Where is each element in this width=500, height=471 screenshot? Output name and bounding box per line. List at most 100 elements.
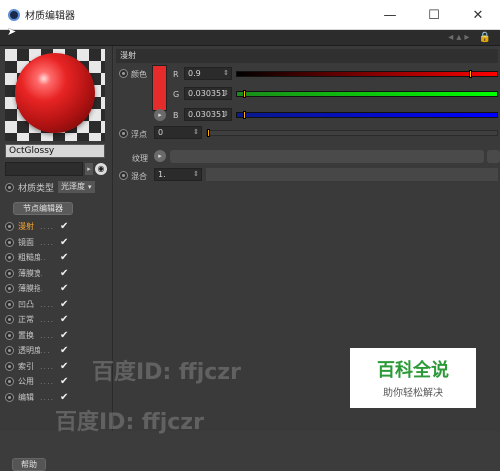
app-icon (8, 8, 20, 21)
float-radio[interactable] (119, 129, 128, 138)
channel-radio[interactable] (5, 346, 14, 356)
channel-label[interactable]: 薄膜指数 (18, 283, 40, 294)
g-slider[interactable] (236, 90, 498, 98)
channel-row[interactable]: 正常.... ✔ (5, 312, 109, 328)
material-type-select[interactable]: 光泽度 ▾ (58, 181, 95, 193)
texture-menu-button[interactable] (487, 150, 500, 163)
link-icon[interactable]: ◉ (95, 163, 107, 175)
g-slider-knob[interactable] (243, 90, 246, 98)
nav-arrows-icon[interactable]: ◂▴▸ 🔒 (448, 32, 494, 43)
channel-label[interactable]: 编辑 (18, 392, 40, 403)
channel-label[interactable]: 漫射 (18, 221, 40, 232)
r-value-field[interactable]: 0.9 ⇕ (184, 67, 232, 80)
b-slider-knob[interactable] (243, 111, 246, 119)
mix-value-field[interactable]: 1. ⇕ (154, 168, 202, 181)
color-radio[interactable] (119, 69, 128, 78)
checkmark-icon[interactable]: ✔ (60, 268, 68, 279)
texture-expand-icon[interactable]: ▸ (154, 150, 166, 162)
dropdown-arrow-icon[interactable]: ▸ (85, 163, 93, 175)
checkmark-icon[interactable]: ✔ (60, 299, 68, 310)
channel-radio[interactable] (5, 237, 14, 247)
checkmark-icon[interactable]: ✔ (60, 376, 68, 387)
color-label: 颜色 (131, 70, 147, 79)
channel-radio[interactable] (5, 268, 14, 278)
checkmark-icon[interactable]: ✔ (60, 221, 68, 232)
spinner-icon[interactable]: ⇕ (223, 68, 229, 79)
spinner-icon[interactable]: ⇕ (193, 169, 199, 180)
chevron-down-icon: ▾ (88, 183, 92, 191)
channel-radio[interactable] (5, 392, 14, 402)
channel-radio[interactable] (5, 330, 14, 340)
checkmark-icon[interactable]: ✔ (60, 330, 68, 341)
checkmark-icon[interactable]: ✔ (60, 283, 68, 294)
channel-radio[interactable] (5, 361, 14, 371)
channel-dots: .... (40, 299, 55, 309)
b-value-field[interactable]: 0.030351 ⇕ (184, 108, 232, 121)
channel-label[interactable]: 索引 (18, 361, 40, 372)
checkmark-icon[interactable]: ✔ (60, 237, 68, 248)
channel-label[interactable]: 凹凸 (18, 299, 40, 310)
channel-row[interactable]: 粗糙度.. ✔ (5, 250, 109, 266)
baike-logo: 百科全说 助你轻松解决 (350, 348, 476, 408)
b-slider[interactable] (236, 111, 498, 119)
material-type-radio[interactable] (5, 182, 14, 192)
material-name-field[interactable]: OctGlossy (5, 144, 105, 158)
checkmark-icon[interactable]: ✔ (60, 345, 68, 356)
float-slider[interactable] (206, 129, 498, 137)
mix-radio[interactable] (119, 171, 128, 180)
mouse-cursor-icon: ➤ (7, 25, 17, 38)
channel-row[interactable]: 置换.... ✔ (5, 328, 109, 344)
channel-row[interactable]: 漫射.... ✔ (5, 219, 109, 235)
channel-dots: .... (40, 237, 55, 247)
node-editor-button[interactable]: 节点编辑器 (13, 202, 73, 215)
channel-label[interactable]: 镜面 (18, 237, 40, 248)
checkmark-icon[interactable]: ✔ (60, 392, 68, 403)
texture-slot[interactable] (170, 150, 484, 163)
watermark-text: 百度ID: ffjczr (55, 410, 204, 435)
expand-color-icon[interactable]: ▸ (154, 109, 166, 121)
logo-main-text: 百科全说 (377, 360, 449, 381)
mix-slider[interactable] (206, 168, 498, 181)
minimize-button[interactable]: — (368, 0, 412, 30)
channel-radio[interactable] (5, 315, 14, 325)
channel-row[interactable]: 镜面.... ✔ (5, 235, 109, 251)
channel-label[interactable]: 公用 (18, 376, 40, 387)
close-button[interactable]: ✕ (456, 0, 500, 30)
material-dropdown[interactable] (5, 162, 83, 176)
channel-radio[interactable] (5, 377, 14, 387)
material-selector-row: ▸ ◉ (5, 162, 107, 176)
float-value-field[interactable]: 0 ⇕ (154, 126, 202, 139)
channel-row[interactable]: 编辑.... ✔ (5, 390, 109, 406)
checkmark-icon[interactable]: ✔ (60, 361, 68, 372)
channel-label[interactable]: 薄膜宽度 (18, 268, 40, 279)
channel-radio[interactable] (5, 253, 14, 263)
color-swatch[interactable] (152, 65, 167, 111)
spinner-icon[interactable]: ⇕ (223, 109, 229, 120)
channel-radio[interactable] (5, 299, 14, 309)
section-title: 漫射 (116, 49, 498, 63)
channel-radio[interactable] (5, 222, 14, 232)
spinner-icon[interactable]: ⇕ (223, 88, 229, 99)
channel-label[interactable]: 粗糙度 (18, 252, 40, 263)
channel-row[interactable]: 薄膜指数. ✔ (5, 281, 109, 297)
channel-dots: .... (40, 330, 55, 340)
channel-label[interactable]: 透明度 (18, 345, 40, 356)
channel-radio[interactable] (5, 284, 14, 294)
mix-label: 混合 (131, 172, 147, 181)
float-slider-knob[interactable] (207, 129, 210, 137)
r-slider-knob[interactable] (469, 70, 472, 78)
channel-row[interactable]: 凹凸.... ✔ (5, 297, 109, 313)
help-button[interactable]: 帮助 (12, 458, 46, 471)
g-value-field[interactable]: 0.030351 ⇕ (184, 87, 232, 100)
channel-label[interactable]: 正常 (18, 314, 40, 325)
channel-row[interactable]: 薄膜宽度. ✔ (5, 266, 109, 282)
channel-label[interactable]: 置换 (18, 330, 40, 341)
channel-dots: .... (40, 222, 55, 232)
r-slider[interactable] (236, 70, 498, 78)
spinner-icon[interactable]: ⇕ (193, 127, 199, 138)
checkmark-icon[interactable]: ✔ (60, 252, 68, 263)
maximize-button[interactable]: ☐ (412, 0, 456, 30)
watermark-text: 百度ID: ffjczr (92, 360, 241, 385)
checkmark-icon[interactable]: ✔ (60, 314, 68, 325)
material-preview[interactable] (5, 49, 105, 141)
